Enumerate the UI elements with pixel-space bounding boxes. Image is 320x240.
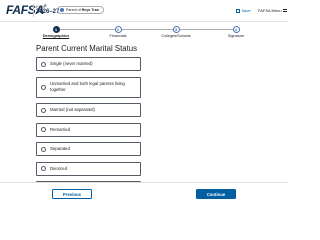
save-button[interactable]: Save: [236, 8, 251, 13]
form-year: Form 2026–27: [36, 4, 59, 16]
step-demographics[interactable]: 1 Demographics: [36, 26, 76, 38]
form-year-value: 2026–27: [36, 9, 60, 15]
role-name: Reyo Tran: [81, 8, 99, 12]
user-icon: [60, 8, 64, 12]
option-label: Unmarried and both legal parents living …: [50, 81, 125, 92]
radio-button[interactable]: [41, 146, 46, 152]
top-header: FAFSA® Form 2026–27 Parent of Reyo Tran …: [0, 0, 288, 22]
step-financials: 2 Financials: [98, 26, 138, 38]
step-label: Colleges/Schools: [161, 34, 191, 38]
radio-button[interactable]: [41, 166, 46, 171]
option-married[interactable]: Married (not separated): [36, 103, 141, 117]
option-label: Married (not separated): [50, 107, 95, 113]
save-label: Save: [241, 8, 251, 13]
hamburger-icon: [283, 9, 288, 12]
menu-label: FAFSA Menu: [258, 8, 282, 13]
radio-button[interactable]: [41, 84, 46, 90]
step-number: 1: [52, 26, 60, 33]
step-number: 4: [232, 26, 240, 33]
option-label: Single (never married): [50, 61, 93, 67]
option-remarried[interactable]: Remarried: [36, 122, 141, 137]
fafsa-menu-button[interactable]: FAFSA Menu: [258, 8, 288, 13]
step-signature: 4 Signature: [216, 26, 256, 38]
continue-button[interactable]: Continue: [196, 189, 236, 199]
radio-button[interactable]: [41, 61, 46, 67]
option-divorced[interactable]: Divorced: [36, 161, 141, 176]
option-label: Separated: [50, 146, 70, 152]
option-label: Divorced: [50, 165, 67, 171]
marital-status-radio-group: Single (never married) Unmarried and bot…: [36, 57, 141, 201]
progress-stepper: 1 Demographics 2 Financials 3 Colleges/S…: [36, 26, 256, 40]
header-divider: [33, 4, 34, 17]
radio-button[interactable]: [41, 127, 46, 132]
step-label: Demographics: [42, 34, 70, 38]
step-label: Financials: [109, 34, 127, 38]
option-single[interactable]: Single (never married): [36, 57, 141, 71]
previous-button[interactable]: Previous: [52, 189, 92, 199]
role-badge: Parent of Reyo Tran: [57, 6, 104, 14]
progress-track: [53, 29, 237, 30]
step-number: 3: [172, 26, 180, 33]
role-prefix: Parent of: [66, 8, 81, 12]
option-label: Remarried: [50, 126, 71, 132]
step-label: Signature: [227, 34, 245, 38]
step-colleges: 3 Colleges/Schools: [156, 26, 196, 38]
save-icon: [236, 8, 240, 13]
page-title: Parent Current Marital Status: [36, 44, 137, 53]
footer-nav: Previous Continue: [0, 182, 288, 210]
option-unmarried-living-together[interactable]: Unmarried and both legal parents living …: [36, 76, 141, 98]
step-number: 2: [114, 26, 122, 33]
radio-button[interactable]: [41, 107, 46, 113]
option-separated[interactable]: Separated: [36, 142, 141, 156]
